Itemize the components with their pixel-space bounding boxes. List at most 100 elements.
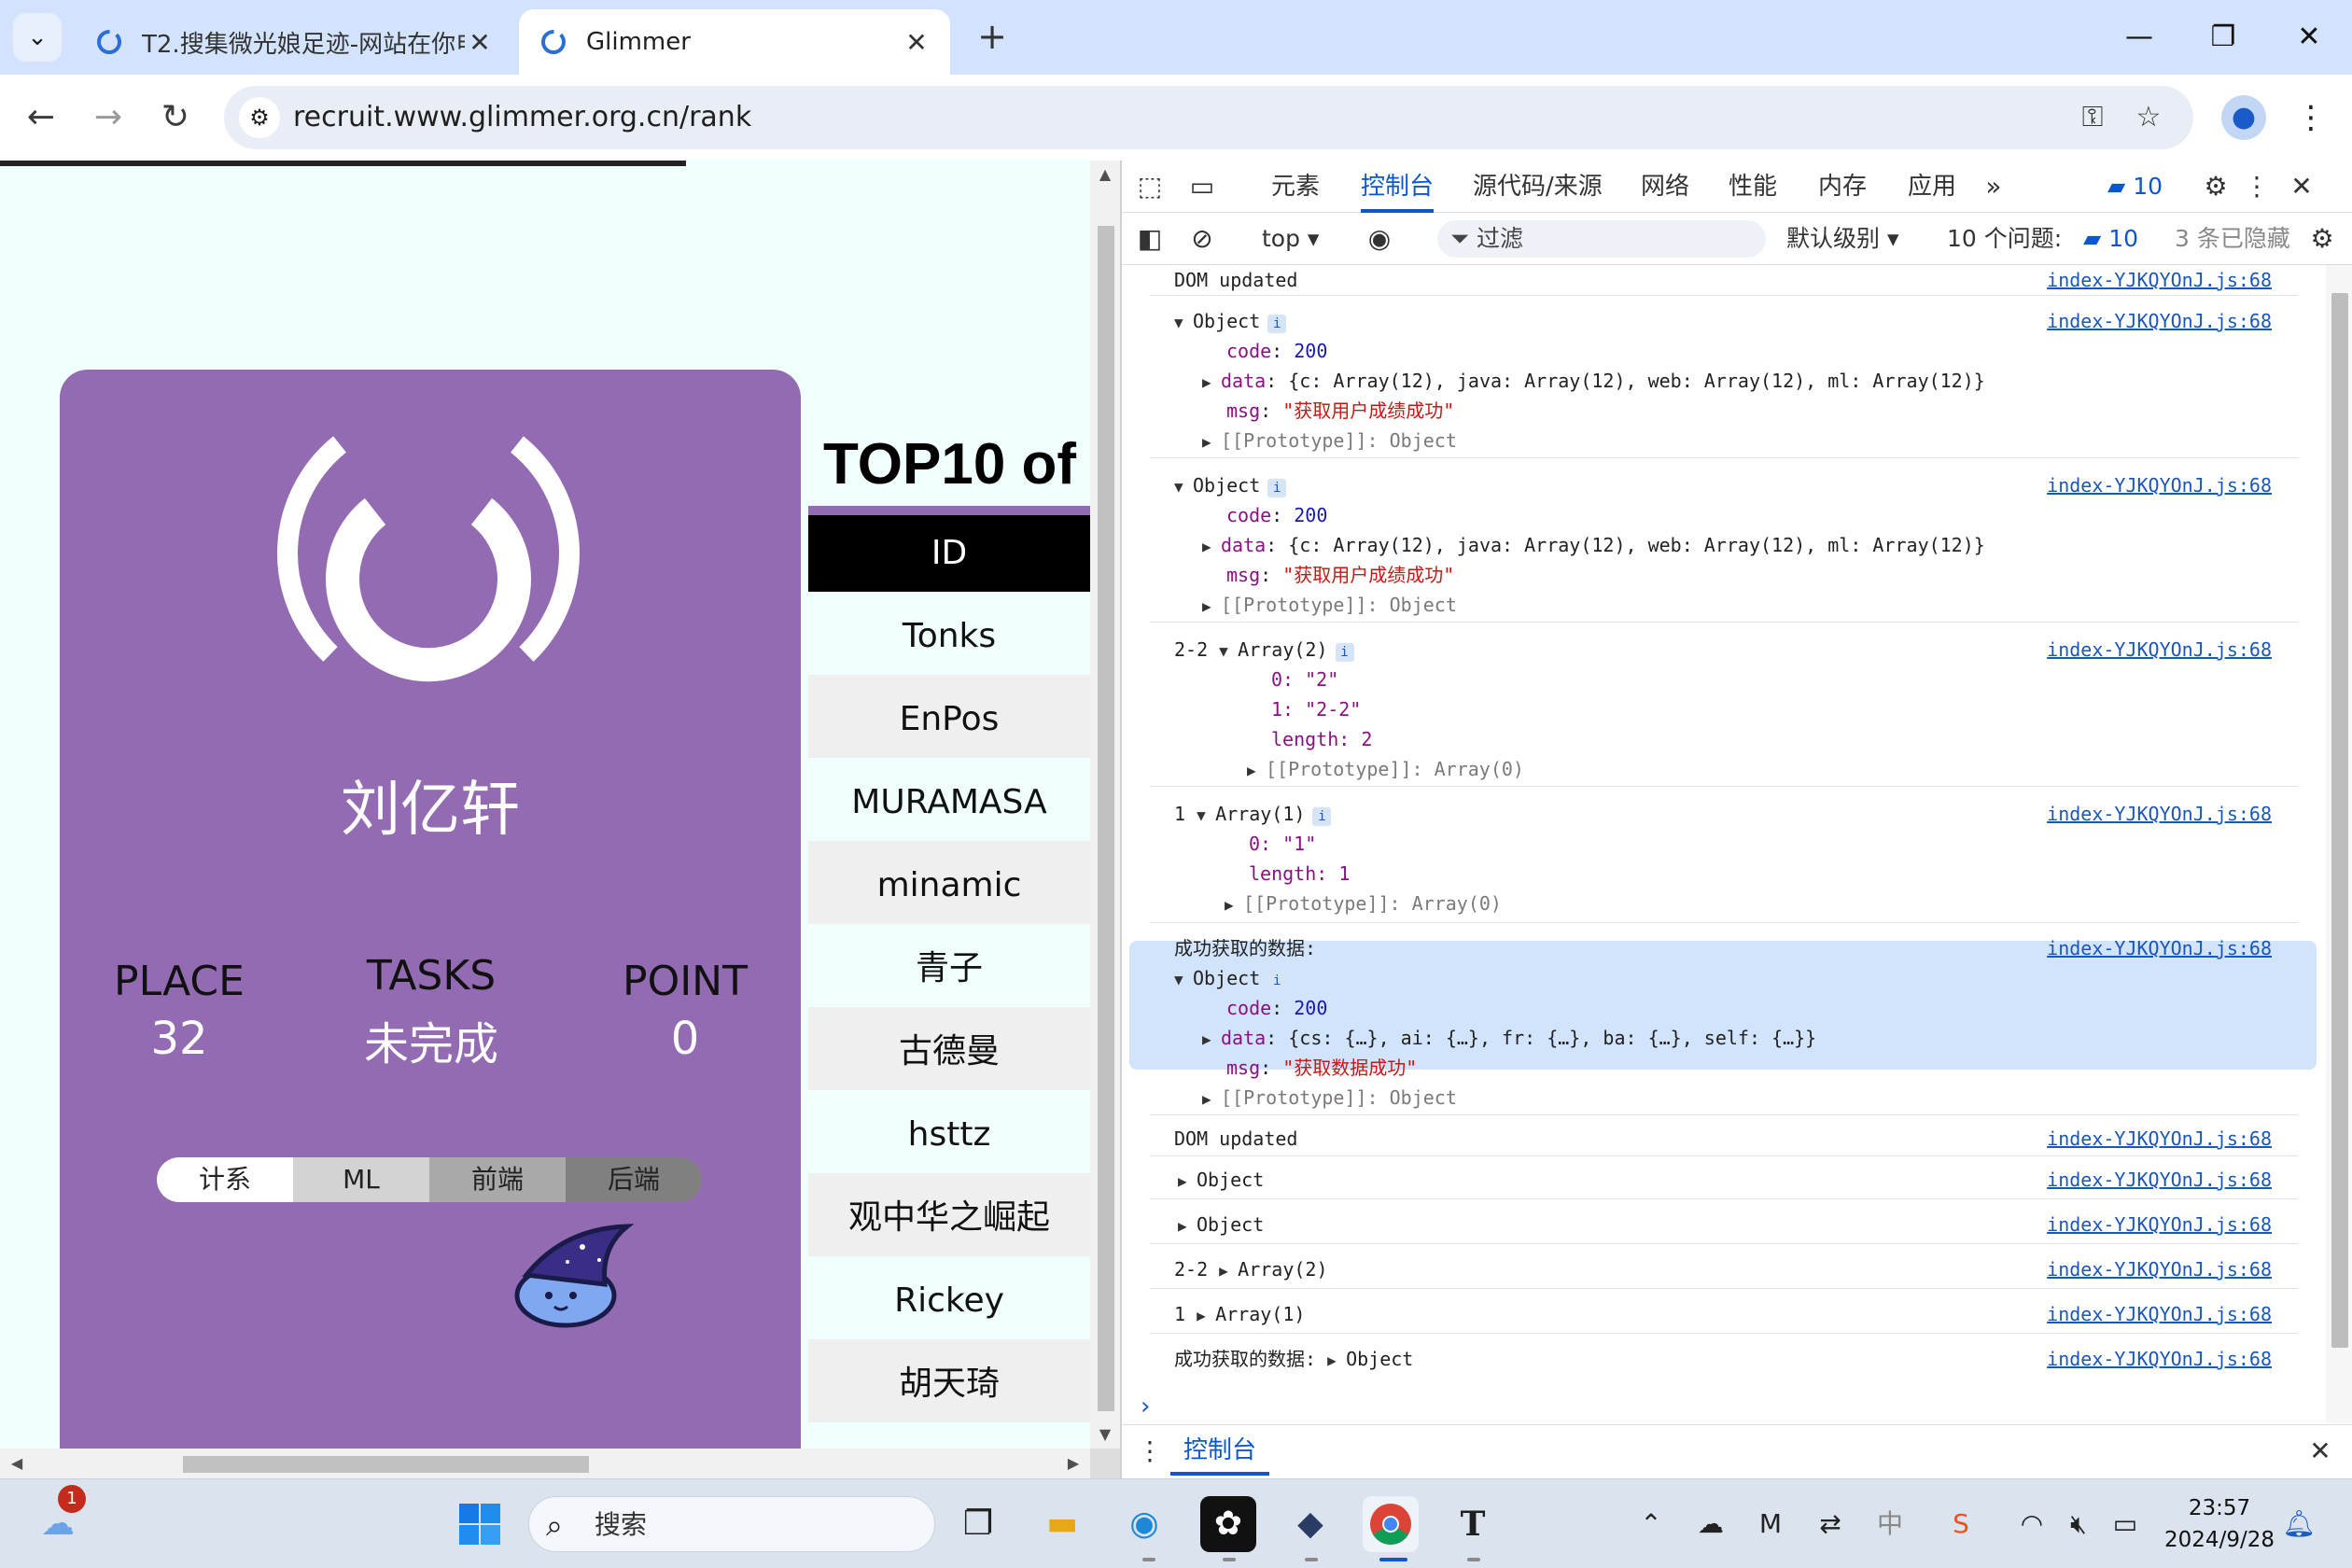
source-link[interactable]: index-YJKQYOnJ.js:68 [2047, 1165, 2272, 1195]
sliders-icon[interactable]: ⇄ [1809, 1502, 1852, 1547]
log-level-dropdown[interactable]: 默认级别 ▾ [1786, 213, 1899, 265]
mi-app-icon[interactable]: M [1749, 1502, 1792, 1547]
drawer-menu-icon[interactable]: ⋮ [1131, 1433, 1169, 1470]
log-prop[interactable]: ▶ [[Prototype]]: Object [1202, 590, 1457, 620]
tab-frontend[interactable]: 前端 [429, 1157, 566, 1202]
log-object-collapsed[interactable]: ▶ Object [1178, 1165, 1264, 1195]
tab-sources[interactable]: 源代码/来源 [1473, 161, 1603, 213]
cat-app-icon[interactable]: ◆ [1282, 1496, 1338, 1552]
tab-ml[interactable]: ML [293, 1157, 429, 1202]
live-expression-eye-icon[interactable]: ◉ [1361, 220, 1398, 258]
system-clock[interactable]: 23:57 2024/9/28 [2163, 1492, 2275, 1556]
source-link[interactable]: index-YJKQYOnJ.js:68 [2047, 1124, 2272, 1154]
back-button[interactable]: ← [19, 95, 63, 140]
minimize-button[interactable]: — [2096, 9, 2182, 65]
close-devtools-icon[interactable]: ✕ [2283, 168, 2320, 205]
volume-muted-icon[interactable]: 🔇︎ [2057, 1502, 2100, 1547]
issues-badge[interactable]: ▰ 10 [2107, 161, 2163, 213]
log-object[interactable]: ▼ Object i [1174, 306, 1287, 336]
settings-gear-icon[interactable]: ⚙ [2197, 168, 2234, 205]
console-settings-icon[interactable]: ⚙ [2303, 220, 2341, 258]
scroll-thumb[interactable] [2331, 293, 2348, 1348]
browser-tab[interactable]: T2.搜集微光娘足迹-网站在你电 ✕ [75, 9, 513, 75]
wifi-icon[interactable]: ◠ [2010, 1502, 2053, 1547]
address-bar[interactable]: ⚙ recruit.www.glimmer.org.cn/rank ⚿ ☆ [224, 86, 2193, 149]
chatgpt-icon[interactable]: ✿ [1200, 1496, 1256, 1552]
tab-backend[interactable]: 后端 [566, 1157, 702, 1202]
log-prop[interactable]: ▶ [[Prototype]]: Object [1202, 1083, 1457, 1113]
log-prop[interactable]: ▶ data: {cs: {…}, ai: {…}, fr: {…}, ba: {… [1202, 1023, 1816, 1053]
log-object-collapsed[interactable]: ▶ Object [1178, 1210, 1264, 1239]
log-array[interactable]: 2-2 ▼ Array(2) i [1174, 635, 1354, 665]
page-vertical-scrollbar[interactable]: ▲ ▼ [1090, 161, 1120, 1449]
log-object[interactable]: ▼ Object i [1174, 963, 1287, 993]
clear-console-icon[interactable]: ⊘ [1183, 220, 1221, 258]
issues-count[interactable]: ▰ 10 [2083, 213, 2138, 265]
tab-application[interactable]: 应用 [1908, 161, 1956, 213]
new-tab-button[interactable]: + [971, 15, 1014, 58]
log-array[interactable]: 1 ▼ Array(1) i [1174, 799, 1332, 829]
context-selector[interactable]: top ▾ [1262, 213, 1319, 265]
scroll-thumb[interactable] [183, 1456, 589, 1473]
log-text[interactable]: 成功获取的数据: ▶ Object [1174, 1344, 1413, 1374]
drawer-tab-console[interactable]: 控制台 [1170, 1425, 1270, 1476]
source-link[interactable]: index-YJKQYOnJ.js:68 [2047, 1344, 2272, 1374]
restore-button[interactable]: ❐ [2180, 9, 2266, 65]
url-text[interactable]: recruit.www.glimmer.org.cn/rank [293, 86, 751, 149]
close-tab-icon[interactable]: ✕ [902, 27, 931, 58]
browser-menu-icon[interactable]: ⋮ [2289, 95, 2333, 140]
inspect-element-icon[interactable]: ⬚ [1131, 168, 1169, 205]
star-icon[interactable]: ☆ [2128, 97, 2169, 138]
scroll-down-icon[interactable]: ▼ [1090, 1421, 1120, 1449]
source-link[interactable]: index-YJKQYOnJ.js:68 [2047, 799, 2272, 829]
reload-button[interactable]: ↻ [153, 95, 198, 140]
source-link[interactable]: index-YJKQYOnJ.js:68 [2047, 306, 2272, 336]
source-link[interactable]: index-YJKQYOnJ.js:68 [2047, 1254, 2272, 1284]
sogou-s-icon[interactable]: S [1939, 1502, 1982, 1547]
tab-performance[interactable]: 性能 [1729, 161, 1777, 213]
scroll-thumb[interactable] [1098, 226, 1114, 1411]
scroll-right-icon[interactable]: ▶ [1060, 1449, 1086, 1478]
issues-label[interactable]: 10 个问题: [1947, 213, 2062, 265]
log-array-collapsed[interactable]: 1 ▶ Array(1) [1174, 1299, 1305, 1329]
sidebar-toggle-icon[interactable]: ◧ [1131, 220, 1169, 258]
close-window-button[interactable]: ✕ [2266, 9, 2352, 65]
page-horizontal-scrollbar[interactable]: ◀ ▶ [0, 1449, 1090, 1478]
browser-tab-active[interactable]: Glimmer ✕ [519, 9, 950, 75]
source-link[interactable]: index-YJKQYOnJ.js:68 [2047, 1299, 2272, 1329]
source-link[interactable]: index-YJKQYOnJ.js:68 [2047, 933, 2272, 963]
onedrive-sync-icon[interactable]: ☁ [1689, 1502, 1732, 1547]
log-prop[interactable]: ▶ [[Prototype]]: Array(0) [1247, 754, 1524, 784]
profile-avatar-icon[interactable]: ● [2221, 95, 2266, 140]
chrome-icon[interactable] [1363, 1496, 1419, 1552]
log-object[interactable]: ▼ Object i [1174, 470, 1287, 500]
log-prop[interactable]: ▶ [[Prototype]]: Array(0) [1225, 889, 1502, 918]
key-icon[interactable]: ⚿ [2072, 97, 2113, 138]
start-button-icon[interactable] [452, 1496, 508, 1552]
tab-elements[interactable]: 元素 [1271, 161, 1320, 213]
device-toolbar-icon[interactable]: ▭ [1183, 168, 1221, 205]
tab-memory[interactable]: 内存 [1818, 161, 1867, 213]
source-link[interactable]: index-YJKQYOnJ.js:68 [2047, 635, 2272, 665]
scroll-up-icon[interactable]: ▲ [1090, 161, 1120, 189]
close-drawer-icon[interactable]: ✕ [2302, 1433, 2339, 1470]
battery-icon[interactable]: ▭ [2104, 1502, 2147, 1547]
log-array-collapsed[interactable]: 2-2 ▶ Array(2) [1174, 1254, 1328, 1284]
tab-search-button[interactable]: ⌄ [13, 13, 62, 62]
log-prop[interactable]: ▶ [[Prototype]]: Object [1202, 426, 1457, 455]
log-prop[interactable]: ▶ data: {c: Array(12), java: Array(12), w… [1202, 366, 1985, 396]
console-scrollbar[interactable] [2326, 265, 2352, 1422]
input-method-icon[interactable]: 中 [1869, 1502, 1911, 1547]
site-info-icon[interactable]: ⚙ [239, 97, 280, 138]
edge-browser-icon[interactable]: ◉ [1116, 1496, 1172, 1552]
show-hidden-icons-chevron-icon[interactable]: ⌃ [1630, 1502, 1673, 1547]
log-prop[interactable]: ▶ data: {c: Array(12), java: Array(12), w… [1202, 530, 1985, 560]
notification-bell-icon[interactable]: 🔔︎ [2277, 1502, 2320, 1547]
file-explorer-icon[interactable]: ▬ [1034, 1496, 1090, 1552]
tab-cs[interactable]: 计系 [157, 1157, 293, 1202]
source-link[interactable]: index-YJKQYOnJ.js:68 [2047, 1210, 2272, 1239]
close-tab-icon[interactable]: ✕ [465, 27, 495, 58]
forward-button[interactable]: → [86, 95, 131, 140]
tab-console[interactable]: 控制台 [1361, 161, 1435, 213]
console-filter-input[interactable]: ⏷ 过滤 [1437, 220, 1766, 258]
